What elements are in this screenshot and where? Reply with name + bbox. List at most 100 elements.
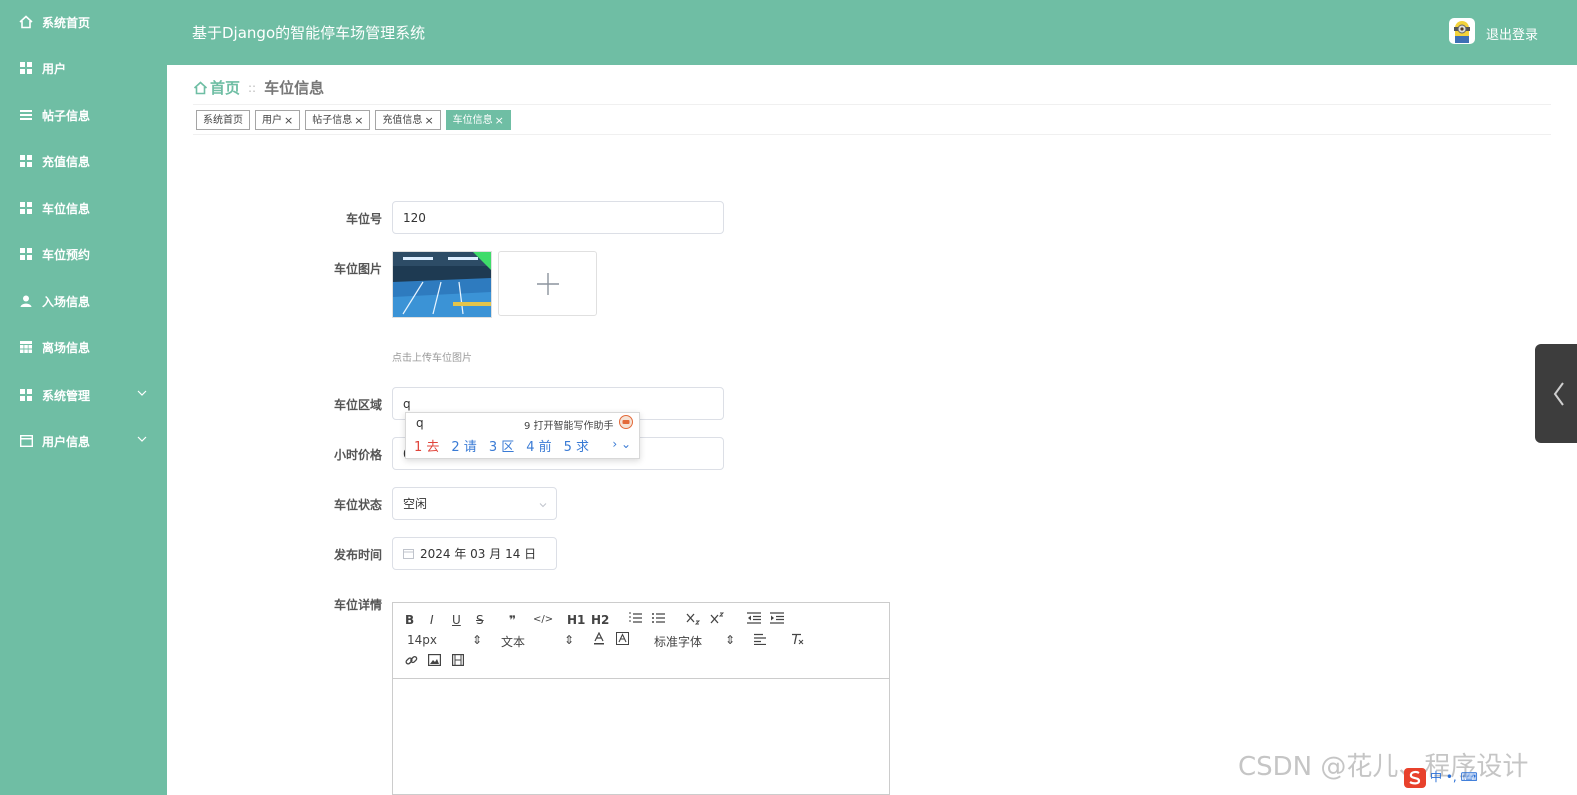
grid-icon <box>18 60 34 76</box>
sidebar-item-label: 帖子信息 <box>42 108 91 123</box>
ime-candidate[interactable]: 1 去 <box>414 436 439 455</box>
grid-icon <box>18 387 34 403</box>
h2-button[interactable]: H2 <box>591 613 609 627</box>
divider <box>193 134 1551 135</box>
grid-icon <box>18 200 34 216</box>
close-icon[interactable]: × <box>354 111 363 130</box>
outdent-icon[interactable] <box>747 612 761 627</box>
h1-button[interactable]: H1 <box>567 613 585 627</box>
image-icon[interactable] <box>428 654 442 669</box>
tag-label: 充值信息 <box>382 114 423 126</box>
tag-users[interactable]: 用户 × <box>255 110 301 130</box>
close-icon[interactable]: × <box>495 111 504 130</box>
watermark: CSDN @花儿、程序设计 <box>1238 752 1529 782</box>
ime-assistant-link[interactable]: 9 打开智能写作助手 <box>524 417 614 432</box>
ime-status-bar: 中 •, ⌨ <box>1404 768 1478 791</box>
clear-format-icon[interactable] <box>791 633 804 648</box>
close-icon[interactable]: × <box>284 111 293 130</box>
status-label: 车位状态 <box>333 498 382 512</box>
font-family-select[interactable]: 标准字体 <box>654 633 702 650</box>
bullet-list-icon[interactable] <box>652 612 665 627</box>
sidebar-item-label: 入场信息 <box>42 294 91 309</box>
editor-toolbar: B I U S ❞ </> H1 H2 14px ⇕ 文本 ⇕ 标准字体 ⇕ <box>393 603 889 679</box>
sogou-icon[interactable] <box>1404 768 1426 791</box>
sidebar-item-entry[interactable]: 入场信息 <box>0 281 167 321</box>
ime-candidate[interactable]: 3 区 <box>489 436 514 455</box>
font-color-icon[interactable] <box>593 631 605 648</box>
underline-button[interactable]: U <box>452 613 461 627</box>
sort-icon: ⇕ <box>564 633 575 647</box>
tag-recharge[interactable]: 充值信息 × <box>375 110 441 130</box>
video-icon[interactable] <box>452 654 465 669</box>
strike-button[interactable]: S <box>476 613 484 627</box>
sidebar-item-reservations[interactable]: 车位预约 <box>0 234 167 274</box>
breadcrumb-separator: :: <box>248 80 257 95</box>
upload-hint: 点击上传车位图片 <box>392 353 472 364</box>
status-select[interactable]: 空闲 <box>392 487 557 520</box>
ime-candidate[interactable]: 2 请 <box>451 436 476 455</box>
user-icon <box>18 293 34 309</box>
sidebar-item-label: 系统首页 <box>42 15 91 30</box>
avatar[interactable] <box>1449 18 1475 44</box>
tag-home[interactable]: 系统首页 <box>196 110 250 130</box>
table-icon <box>18 339 34 355</box>
sidebar-item-recharge[interactable]: 充值信息 <box>0 141 167 181</box>
publish-time-picker[interactable]: 2024 年 03 月 14 日 <box>392 537 557 570</box>
ime-candidates: 1 去 2 请 3 区 4 前 5 求 <box>414 436 589 455</box>
subscript-icon[interactable] <box>686 612 701 628</box>
italic-button[interactable]: I <box>430 613 434 627</box>
upload-image-button[interactable] <box>498 251 597 316</box>
superscript-icon[interactable] <box>710 612 725 628</box>
ime-typed: q <box>416 416 424 430</box>
sidebar-item-spaces[interactable]: 车位信息 <box>0 188 167 228</box>
tag-spaces[interactable]: 车位信息 × <box>445 110 511 130</box>
ime-candidate-popup: q 9 打开智能写作助手 1 去 2 请 3 区 4 前 5 求 › ⌄ <box>405 412 640 459</box>
grid-icon <box>18 153 34 169</box>
indent-icon[interactable] <box>770 612 784 627</box>
side-panel-toggle[interactable] <box>1535 344 1577 443</box>
ime-candidate[interactable]: 5 求 <box>564 436 589 455</box>
parking-space-image[interactable] <box>392 251 492 318</box>
breadcrumb-home-label: 首页 <box>210 79 241 97</box>
code-block-button[interactable]: </> <box>533 614 553 625</box>
background-color-icon[interactable] <box>616 632 629 648</box>
ime-tray-text[interactable]: 中 •, ⌨ <box>1430 768 1478 791</box>
logout-button[interactable]: 退出登录 <box>1486 24 1538 43</box>
ime-more[interactable]: › ⌄ <box>612 437 631 451</box>
align-icon[interactable] <box>754 633 766 648</box>
sidebar-item-label: 用户信息 <box>42 434 91 449</box>
sidebar-item-label: 系统管理 <box>42 388 91 403</box>
chevron-down-icon[interactable] <box>137 387 149 399</box>
font-size-select[interactable]: 14px <box>407 633 437 647</box>
sidebar-item-system[interactable]: 系统管理 <box>0 375 167 415</box>
assistant-icon[interactable] <box>619 415 633 432</box>
heading-value: 文本 <box>501 635 526 649</box>
card-icon <box>18 433 34 449</box>
sidebar-item-home[interactable]: 系统首页 <box>0 2 167 42</box>
sidebar-item-label: 车位预约 <box>42 247 91 262</box>
space-no-input[interactable]: 120 <box>392 201 724 234</box>
sidebar-item-user-info[interactable]: 用户信息 <box>0 421 167 461</box>
plus-icon <box>536 272 559 295</box>
sort-icon: ⇕ <box>472 633 483 647</box>
home-icon <box>193 80 208 94</box>
details-label: 车位详情 <box>333 598 382 612</box>
blockquote-button[interactable]: ❞ <box>509 613 516 627</box>
heading-select[interactable]: 文本 <box>501 633 525 650</box>
status-value: 空闲 <box>403 497 428 511</box>
chevron-down-icon[interactable] <box>137 433 149 445</box>
sidebar-item-users[interactable]: 用户 <box>0 48 167 88</box>
breadcrumb-home[interactable]: 首页 <box>193 77 240 98</box>
tag-label: 车位信息 <box>452 114 493 126</box>
tag-bar: 系统首页 用户 × 帖子信息 × 充值信息 × 车位信息 × <box>196 110 511 130</box>
link-icon[interactable] <box>405 654 418 670</box>
sidebar-item-posts[interactable]: 帖子信息 <box>0 95 167 135</box>
tag-label: 用户 <box>262 114 282 126</box>
sidebar-item-label: 充值信息 <box>42 154 91 169</box>
sidebar-item-exit[interactable]: 离场信息 <box>0 327 167 367</box>
close-icon[interactable]: × <box>424 111 433 130</box>
ime-candidate[interactable]: 4 前 <box>526 436 551 455</box>
tag-posts[interactable]: 帖子信息 × <box>305 110 371 130</box>
bold-button[interactable]: B <box>405 613 414 627</box>
ordered-list-icon[interactable] <box>629 612 642 627</box>
